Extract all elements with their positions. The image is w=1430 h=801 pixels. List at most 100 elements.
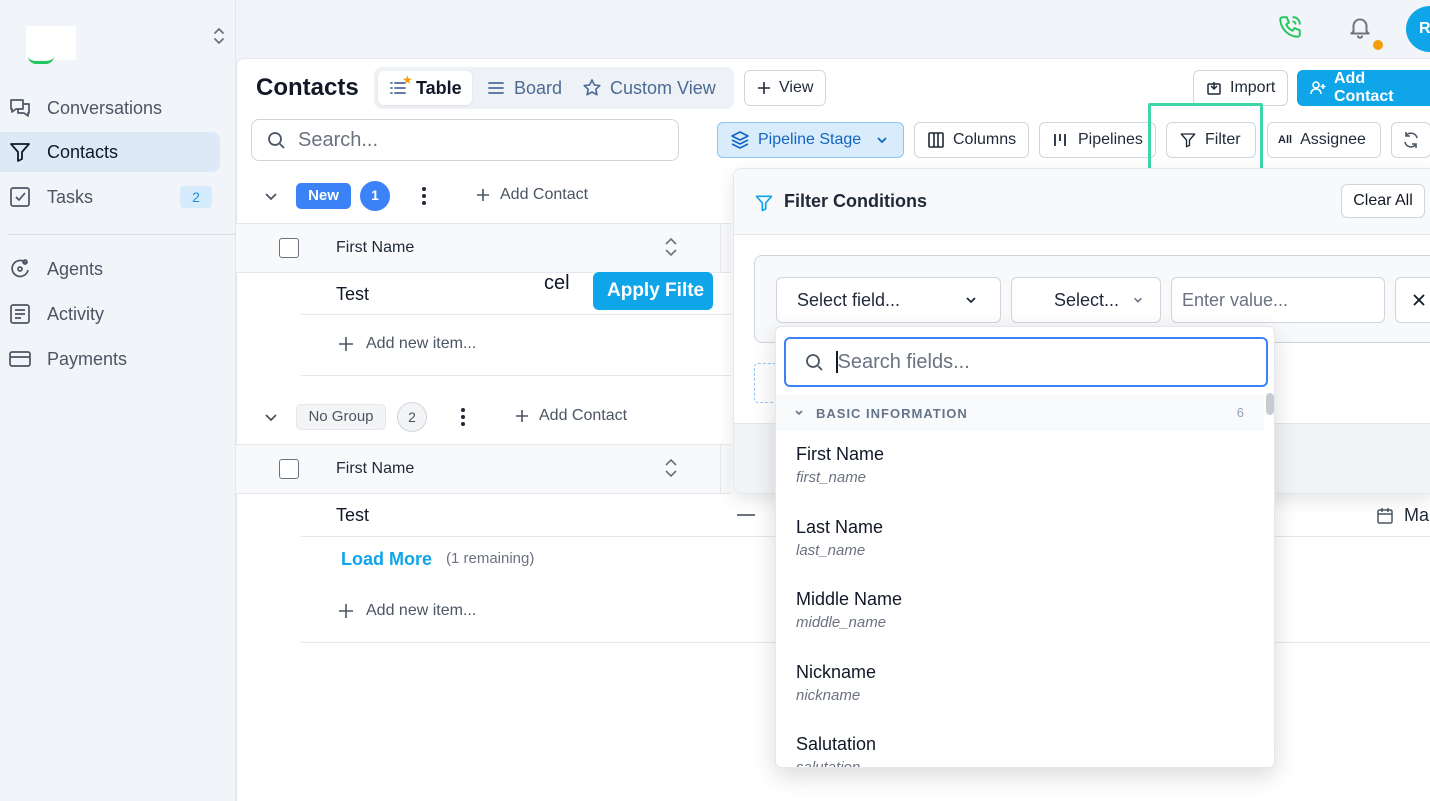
refresh-icon [1401, 130, 1421, 150]
clear-all-button[interactable]: Clear All [1341, 184, 1425, 218]
load-more-button[interactable]: Load More [341, 549, 432, 570]
pipelines-icon [1052, 131, 1070, 149]
board-icon [486, 78, 506, 98]
field-option-last-name[interactable]: Last Name last_name [796, 517, 883, 559]
value-input[interactable]: Enter value... [1171, 277, 1385, 323]
filter-panel-title: Filter Conditions [784, 191, 927, 211]
pipeline-stage-button[interactable]: Pipeline Stage [717, 122, 904, 158]
checkbox-icon [8, 185, 32, 209]
collapse-group-icon[interactable] [263, 188, 279, 204]
row-divider [301, 314, 731, 315]
section-basic-information[interactable]: BASIC INFORMATION 6 [776, 395, 1264, 431]
table-header [236, 223, 731, 273]
filter-icon [754, 193, 774, 213]
add-new-item-button[interactable]: Add new item... [338, 602, 476, 620]
field-option-first-name[interactable]: First Name first_name [796, 444, 884, 486]
group-label-new: New [296, 183, 351, 209]
search-input[interactable]: Search... [251, 119, 679, 161]
org-logo[interactable] [26, 26, 76, 60]
column-header-first-name: First Name [336, 460, 415, 477]
refresh-button[interactable] [1391, 122, 1430, 158]
page-title: Contacts [256, 74, 359, 101]
group-menu-icon[interactable] [460, 407, 466, 427]
plus-icon [757, 81, 771, 95]
tab-table[interactable]: ★ Table [378, 71, 472, 105]
sidebar-item-label: Tasks [47, 186, 94, 207]
add-contact-button[interactable]: Add Contact [1297, 70, 1430, 106]
table-row[interactable]: Test [336, 284, 369, 305]
column-divider [720, 223, 721, 273]
sidebar-item-label: Contacts [47, 141, 119, 162]
operator-select[interactable]: Select... [1011, 277, 1161, 323]
layers-icon [730, 130, 750, 150]
field-option-middle-name[interactable]: Middle Name middle_name [796, 589, 902, 631]
plus-icon [338, 336, 354, 352]
list-icon: ★ [388, 73, 413, 98]
sidebar-item-conversations[interactable]: Conversations [0, 88, 220, 128]
date-cell: Ma [1376, 505, 1429, 526]
assignee-button[interactable]: All Assignee [1267, 122, 1381, 158]
collapse-group-icon[interactable] [263, 409, 279, 425]
section-count: 6 [1236, 405, 1244, 420]
list-icon [8, 302, 32, 326]
chevron-down-icon [964, 293, 978, 307]
import-button[interactable]: Import [1193, 70, 1288, 106]
add-view-button[interactable]: View [744, 70, 826, 106]
chevron-down-icon [794, 408, 804, 418]
add-new-item-button[interactable]: Add new item... [338, 335, 476, 353]
field-dropdown: Search fields... BASIC INFORMATION 6 Fir… [775, 326, 1275, 768]
sidebar-item-payments[interactable]: Payments [0, 339, 220, 379]
remove-condition-button[interactable] [1395, 277, 1430, 323]
filter-icon [8, 140, 32, 164]
field-select[interactable]: Select field... [776, 277, 1001, 323]
remaining-count: (1 remaining) [446, 550, 535, 567]
star-badge-icon: ★ [402, 73, 413, 87]
calendar-icon [1376, 507, 1394, 525]
phone-icon[interactable] [1277, 14, 1303, 40]
star-icon [582, 78, 602, 98]
field-search-input[interactable]: Search fields... [784, 337, 1268, 387]
group-menu-icon[interactable] [421, 186, 427, 206]
row-divider [301, 375, 731, 376]
select-all-checkbox[interactable] [279, 459, 299, 479]
apply-filters-button[interactable]: Apply Filte [593, 272, 713, 310]
group-label-no-group: No Group [296, 404, 386, 430]
tab-board[interactable]: Board [476, 71, 572, 105]
field-option-salutation[interactable]: Salutation salutation [796, 734, 876, 767]
group-count: 1 [360, 181, 390, 211]
empty-cell-dash [737, 514, 755, 516]
org-switch-icon[interactable] [211, 26, 227, 46]
table-row[interactable]: Test [336, 505, 369, 526]
sort-icon[interactable] [663, 457, 679, 479]
close-icon [1412, 293, 1426, 307]
plus-icon [515, 409, 529, 423]
chevron-down-icon [875, 133, 889, 147]
search-icon [804, 352, 824, 372]
chevron-down-icon [1132, 294, 1144, 306]
sidebar-item-agents[interactable]: Agents [0, 249, 220, 289]
cancel-button[interactable]: cel [544, 272, 570, 295]
sidebar-item-tasks[interactable]: Tasks 2 [0, 177, 220, 217]
column-header-first-name: First Name [336, 239, 415, 256]
bell-icon[interactable] [1347, 14, 1373, 40]
field-option-nickname[interactable]: Nickname nickname [796, 662, 876, 704]
add-user-icon [1310, 80, 1326, 96]
dropdown-scrollbar[interactable] [1266, 393, 1274, 415]
column-divider [720, 444, 721, 494]
agent-icon [8, 257, 32, 281]
sidebar-item-activity[interactable]: Activity [0, 294, 220, 334]
group-add-contact-link[interactable]: Add Contact [515, 407, 627, 425]
plus-icon [338, 603, 354, 619]
columns-button[interactable]: Columns [914, 122, 1029, 158]
select-all-checkbox[interactable] [279, 238, 299, 258]
sidebar-divider [8, 234, 240, 235]
group-add-contact-link[interactable]: Add Contact [476, 186, 588, 204]
tab-custom-view[interactable]: Custom View [572, 71, 726, 105]
columns-icon [927, 131, 945, 149]
view-tabs: ★ Table Board Custom View [374, 67, 734, 109]
pipelines-button[interactable]: Pipelines [1039, 122, 1156, 158]
sort-icon[interactable] [663, 236, 679, 258]
sidebar-item-contacts[interactable]: Contacts [0, 132, 220, 172]
avatar[interactable]: R [1406, 6, 1430, 52]
chat-icon [8, 96, 32, 120]
